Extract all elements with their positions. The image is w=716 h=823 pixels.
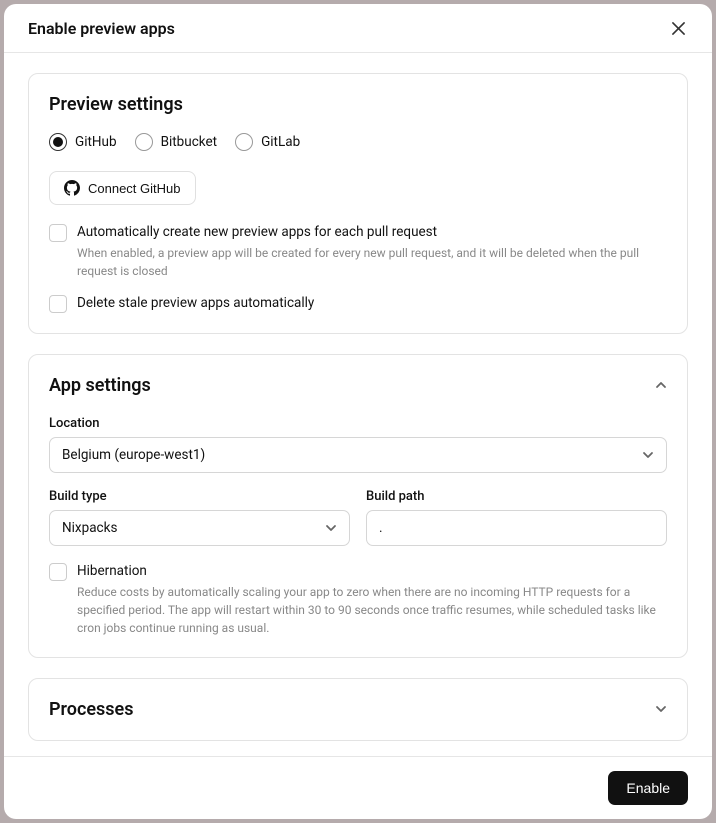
build-path-label: Build path: [366, 489, 667, 504]
radio-circle-unselected: [135, 133, 153, 151]
provider-radio-group: GitHub Bitbucket GitLab: [49, 133, 667, 151]
modal-title: Enable preview apps: [28, 19, 175, 38]
checkbox-auto-create[interactable]: [49, 224, 67, 242]
chevron-down-icon: [642, 449, 654, 461]
checkbox-hibernation[interactable]: [49, 563, 67, 581]
checkbox-auto-create-label: Automatically create new preview apps fo…: [77, 223, 667, 242]
build-type-select[interactable]: Nixpacks: [49, 510, 350, 546]
checkbox-auto-create-desc: When enabled, a preview app will be crea…: [77, 244, 667, 280]
checkbox-delete-stale[interactable]: [49, 295, 67, 313]
build-row: Build type Nixpacks Build path: [49, 489, 667, 546]
radio-circle-selected: [49, 133, 67, 151]
app-settings-body: Location Belgium (europe-west1) Build ty…: [29, 416, 687, 657]
location-select[interactable]: Belgium (europe-west1): [49, 437, 667, 473]
checkbox-delete-stale-label: Delete stale preview apps automatically: [77, 294, 667, 313]
checkbox-hibernation-label: Hibernation: [77, 562, 667, 581]
close-button[interactable]: [668, 18, 688, 38]
processes-header[interactable]: Processes: [29, 679, 687, 740]
build-type-field: Build type Nixpacks: [49, 489, 350, 546]
radio-circle-unselected: [235, 133, 253, 151]
chevron-down-icon: [325, 522, 337, 534]
preview-settings-title: Preview settings: [49, 94, 667, 115]
checkbox-delete-stale-row: Delete stale preview apps automatically: [49, 294, 667, 313]
checkbox-hibernation-row: Hibernation Reduce costs by automaticall…: [49, 562, 667, 637]
checkbox-hibernation-desc: Reduce costs by automatically scaling yo…: [77, 583, 667, 637]
radio-github[interactable]: GitHub: [49, 133, 117, 151]
build-type-value: Nixpacks: [62, 520, 117, 536]
enable-button[interactable]: Enable: [608, 771, 688, 805]
build-path-field: Build path: [366, 489, 667, 546]
connect-github-label: Connect GitHub: [88, 181, 181, 196]
chevron-down-icon: [655, 703, 667, 715]
connect-github-button[interactable]: Connect GitHub: [49, 171, 196, 205]
checkbox-delete-stale-content: Delete stale preview apps automatically: [77, 294, 667, 313]
app-settings-header[interactable]: App settings: [29, 355, 687, 416]
location-label: Location: [49, 416, 667, 431]
radio-bitbucket[interactable]: Bitbucket: [135, 133, 218, 151]
radio-label-bitbucket: Bitbucket: [161, 134, 218, 150]
preview-settings-card: Preview settings GitHub Bitbucket GitLab: [28, 73, 688, 334]
radio-gitlab[interactable]: GitLab: [235, 133, 300, 151]
build-path-input[interactable]: [366, 510, 667, 546]
build-type-label: Build type: [49, 489, 350, 504]
github-icon: [64, 180, 80, 196]
close-icon: [672, 22, 685, 35]
location-field: Location Belgium (europe-west1): [49, 416, 667, 473]
modal-enable-preview-apps: Enable preview apps Preview settings Git…: [4, 4, 712, 819]
checkbox-auto-create-content: Automatically create new preview apps fo…: [77, 223, 667, 280]
modal-body: Preview settings GitHub Bitbucket GitLab: [4, 53, 712, 756]
app-settings-title: App settings: [49, 375, 151, 396]
radio-label-github: GitHub: [75, 134, 117, 150]
radio-dot: [53, 137, 63, 147]
modal-header: Enable preview apps: [4, 4, 712, 53]
processes-card: Processes: [28, 678, 688, 741]
processes-title: Processes: [49, 699, 134, 720]
location-value: Belgium (europe-west1): [62, 447, 205, 463]
checkbox-auto-create-row: Automatically create new preview apps fo…: [49, 223, 667, 280]
app-settings-card: App settings Location Belgium (europe-we…: [28, 354, 688, 658]
checkbox-hibernation-content: Hibernation Reduce costs by automaticall…: [77, 562, 667, 637]
radio-label-gitlab: GitLab: [261, 134, 300, 150]
chevron-up-icon: [655, 379, 667, 391]
modal-footer: Enable: [4, 756, 712, 819]
